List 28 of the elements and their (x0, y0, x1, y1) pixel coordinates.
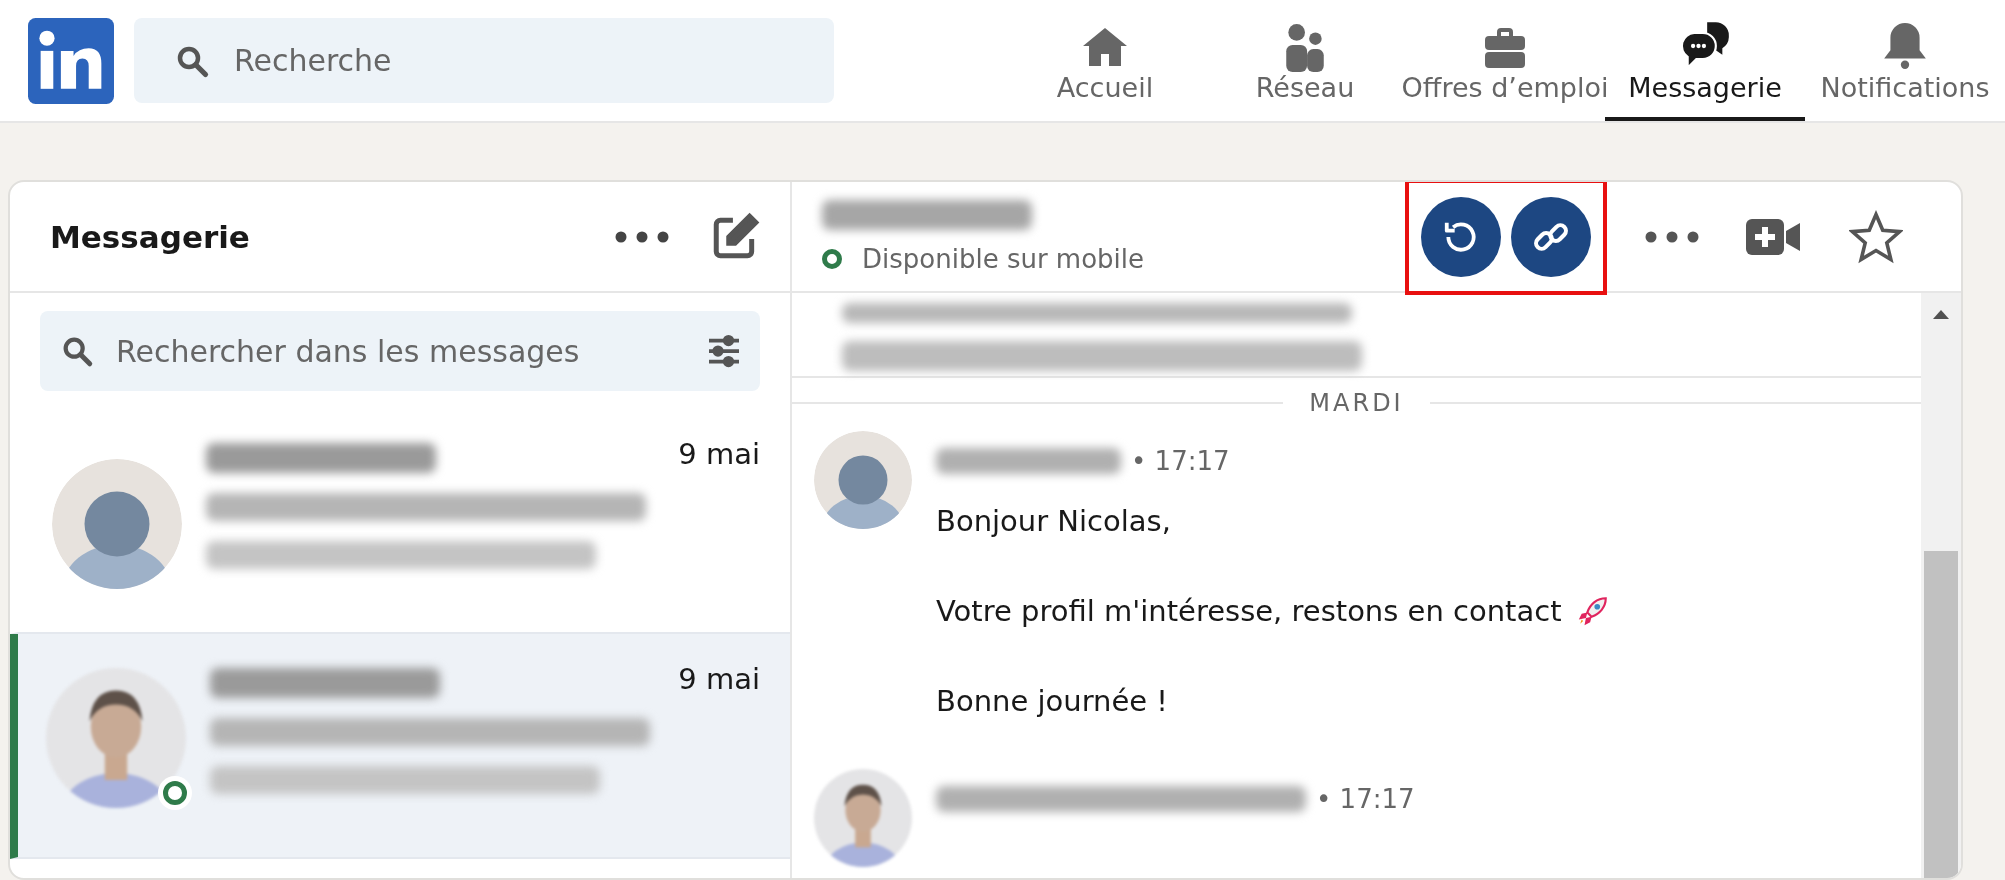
message-time: • 17:17 (1316, 784, 1415, 814)
day-divider: MARDI (1308, 388, 1405, 417)
filter-icon[interactable] (706, 333, 742, 369)
message-text: Bonjour Nicolas, (936, 504, 1171, 538)
avatar-icon (814, 431, 912, 529)
search-field[interactable]: Rechercher dans les messages (40, 311, 760, 391)
message-text: Votre profil m'intéresse, restons en contact (936, 594, 1562, 628)
scrollbar-thumb[interactable] (1924, 551, 1958, 878)
star-icon (1849, 209, 1903, 264)
panel-title: Messagerie (50, 218, 250, 255)
more-icon[interactable] (614, 229, 670, 244)
more-icon (1644, 229, 1700, 244)
search-input[interactable]: Recherche (232, 42, 834, 79)
conversation-date: 9 mai (678, 662, 760, 696)
video-camera-icon (1746, 216, 1802, 257)
avatar-icon (52, 459, 182, 589)
conversation-item[interactable]: 9 mai (10, 634, 790, 859)
search-field[interactable]: Recherche (134, 18, 834, 103)
conversation-date: 9 mai (678, 437, 760, 471)
logo-icon[interactable] (28, 17, 114, 104)
nav-tab[interactable]: Offres d’emploi (1405, 0, 1605, 121)
message-time: • 17:17 (1131, 446, 1230, 476)
nav-tab[interactable]: Messagerie (1605, 0, 1805, 121)
search-input[interactable]: Rechercher dans les messages (114, 332, 686, 370)
availability-status: Disponible sur mobile (862, 243, 1145, 274)
message-text: Bonne journée ! (936, 684, 1168, 718)
nav-tab[interactable]: Accueil (1005, 0, 1205, 121)
nav-tab[interactable]: Notifications (1805, 0, 2005, 121)
